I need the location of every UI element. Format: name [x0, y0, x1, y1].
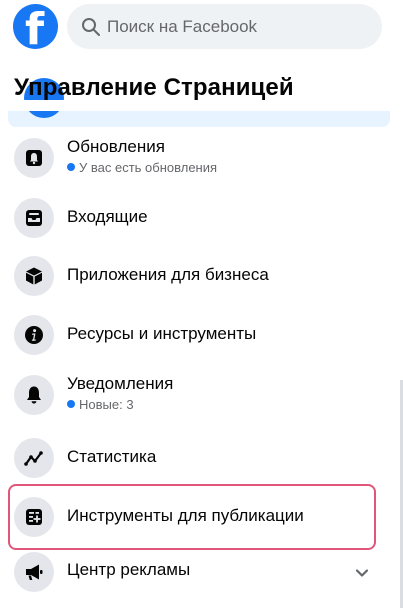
- megaphone-icon: [26, 564, 43, 580]
- menu-item-subtext: Новые: 3: [67, 397, 134, 412]
- publishing-tools-icon-wrap: [14, 497, 54, 537]
- line-chart-icon-wrap: [14, 438, 54, 478]
- bell-icon: [27, 386, 41, 404]
- page-title: Управление Страницей: [14, 74, 294, 101]
- chevron-down-icon[interactable]: [354, 565, 370, 581]
- search-box[interactable]: [67, 4, 382, 49]
- inbox-icon: [26, 210, 42, 226]
- search-icon: [82, 18, 100, 36]
- megaphone-icon-wrap: [14, 552, 54, 592]
- cube-icon-wrap: [14, 256, 54, 296]
- menu-item-label: Центр рекламы: [67, 560, 191, 579]
- top-bar: f: [0, 0, 403, 55]
- facebook-logo[interactable]: f: [13, 4, 58, 49]
- notifications-subtext: Новые: 3: [79, 397, 134, 412]
- menu-item-label: Входящие: [67, 207, 148, 226]
- cube-icon: [26, 267, 42, 285]
- line-chart-icon: [24, 451, 43, 466]
- menu-item-subtext: У вас есть обновления: [67, 160, 217, 175]
- menu-item-label: Инструменты для публикации: [67, 506, 304, 525]
- bell-box-icon: [26, 150, 42, 166]
- updates-subtext: У вас есть обновления: [79, 160, 218, 175]
- bell-icon-wrap: [14, 375, 54, 415]
- menu-item-label: Обновления: [67, 137, 165, 156]
- facebook-logo-letter: f: [25, 4, 45, 50]
- info-icon-wrap: [14, 315, 54, 355]
- menu-item-resources[interactable]: Ресурсы и инструменты: [9, 307, 375, 363]
- page: f Управление Страницей Обновления У вас …: [0, 0, 403, 608]
- inbox-icon-wrap: [14, 198, 54, 238]
- menu-item-statistics[interactable]: Статистика: [9, 430, 375, 486]
- publishing-tools-icon: [26, 509, 42, 525]
- menu-item-inbox[interactable]: Входящие: [9, 190, 375, 246]
- menu-item-label: Уведомления: [67, 374, 174, 393]
- search-input[interactable]: [107, 4, 367, 49]
- unread-dot: [67, 400, 75, 408]
- menu-item-business-apps[interactable]: Приложения для бизнеса: [9, 248, 375, 304]
- menu-item-label: Приложения для бизнеса: [67, 265, 269, 284]
- menu-item-ad-center[interactable]: Центр рекламы: [9, 544, 375, 600]
- updates-icon-wrap: [14, 138, 54, 178]
- menu-item-publishing-tools[interactable]: Инструменты для публикации: [10, 486, 374, 548]
- unread-dot: [67, 163, 75, 171]
- menu-item-label: Ресурсы и инструменты: [67, 324, 257, 343]
- menu-item-notifications[interactable]: Уведомления Новые: 3: [9, 367, 375, 423]
- info-icon: [25, 326, 43, 344]
- menu-item-updates[interactable]: Обновления У вас есть обновления: [9, 130, 375, 186]
- menu-item-label: Статистика: [67, 447, 157, 466]
